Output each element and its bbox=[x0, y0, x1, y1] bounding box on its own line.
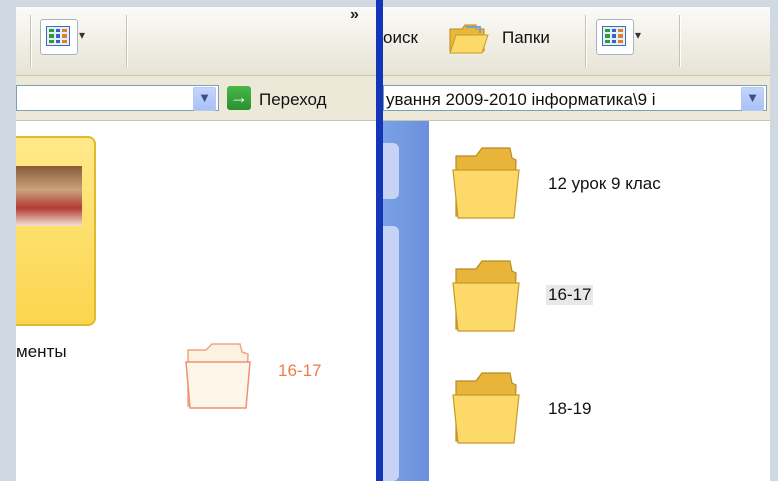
toolbar-separator bbox=[679, 15, 681, 67]
folder-icon bbox=[452, 372, 520, 444]
address-combo[interactable] bbox=[16, 85, 219, 111]
right-toolbar: оиск Папки ▾ bbox=[383, 7, 770, 76]
search-button-label[interactable]: оиск bbox=[383, 28, 418, 48]
frame-top-edge bbox=[0, 0, 778, 7]
views-dropdown-arrow-icon[interactable]: ▾ bbox=[79, 28, 85, 42]
folders-button-label: Папки bbox=[502, 28, 550, 47]
left-address-bar: ▼ → Переход bbox=[16, 76, 376, 121]
screen-composite: ▾ » оиск Папки ▾ ▼ → Переход ування 2009… bbox=[0, 0, 778, 481]
folder-item[interactable]: 18-19 bbox=[450, 369, 710, 449]
address-dropdown-icon[interactable]: ▼ bbox=[741, 87, 764, 111]
folder-label: 18-19 bbox=[548, 399, 592, 418]
views-grid-icon bbox=[602, 26, 626, 46]
folder-icon bbox=[452, 260, 520, 332]
folders-icon bbox=[449, 24, 489, 54]
frame-right-edge bbox=[770, 0, 778, 481]
folders-button[interactable]: Папки bbox=[446, 17, 576, 57]
views-dropdown-arrow-icon[interactable]: ▾ bbox=[635, 28, 641, 42]
frame-left-edge bbox=[0, 0, 16, 481]
toolbar-separator bbox=[30, 15, 32, 67]
folder-label: 12 урок 9 клас bbox=[548, 174, 661, 193]
views-button[interactable] bbox=[40, 19, 78, 55]
window-divider bbox=[376, 0, 383, 481]
file-caption[interactable]: менты bbox=[16, 342, 67, 362]
left-toolbar: ▾ » bbox=[16, 6, 376, 76]
folder-label: 16-17 bbox=[546, 285, 594, 305]
right-address-bar: ування 2009-2010 інформатика\9 і ▼ bbox=[383, 76, 770, 121]
task-pane-box bbox=[383, 143, 399, 199]
address-path[interactable]: ування 2009-2010 інформатика\9 і bbox=[386, 90, 736, 110]
drag-ghost-folder-icon bbox=[185, 343, 251, 409]
selected-item-thumbnail-frame[interactable] bbox=[16, 136, 96, 326]
address-dropdown-icon[interactable]: ▼ bbox=[193, 87, 216, 111]
views-grid-icon bbox=[46, 26, 70, 46]
toolbar-more-chevron-icon[interactable]: » bbox=[350, 6, 359, 24]
go-arrow-icon[interactable]: → bbox=[227, 86, 251, 110]
toolbar-separator bbox=[126, 15, 128, 67]
views-button[interactable] bbox=[596, 19, 634, 55]
toolbar-separator bbox=[585, 15, 587, 67]
go-button-label[interactable]: Переход bbox=[259, 90, 327, 110]
drag-ghost-label: 16-17 bbox=[278, 361, 322, 380]
folder-icon bbox=[452, 147, 520, 219]
photo-thumbnail bbox=[16, 166, 82, 226]
folder-item[interactable]: 12 урок 9 клас bbox=[450, 144, 710, 224]
folder-item-selected[interactable]: 16-17 bbox=[450, 257, 710, 337]
task-pane-box bbox=[383, 226, 399, 481]
